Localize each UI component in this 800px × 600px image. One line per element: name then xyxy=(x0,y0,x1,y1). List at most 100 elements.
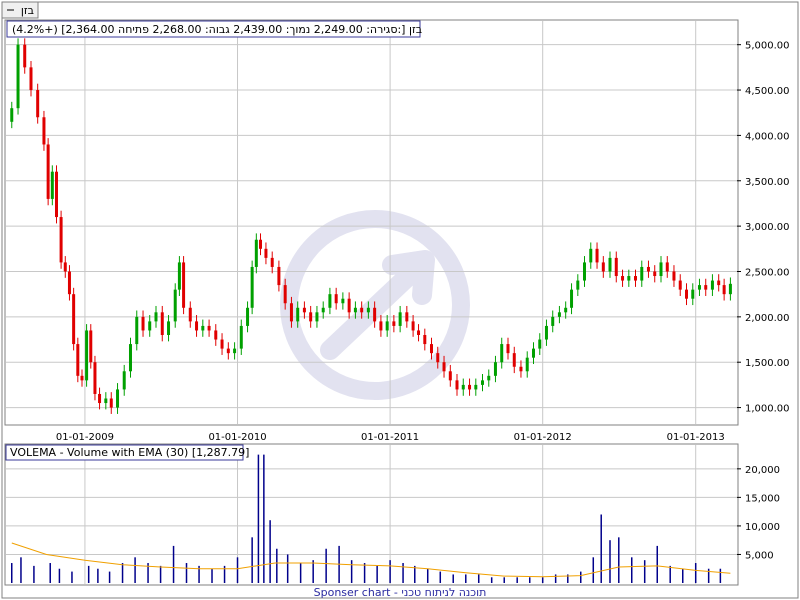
candle-body xyxy=(89,330,93,363)
candle-body xyxy=(36,90,40,118)
candle-body xyxy=(360,307,364,313)
candle-body xyxy=(85,330,89,381)
candle-body xyxy=(207,325,211,331)
candle-body xyxy=(564,307,568,313)
candle-body xyxy=(468,384,472,390)
candle-body xyxy=(93,362,97,394)
candle-body xyxy=(423,334,427,345)
candle-body xyxy=(29,67,33,91)
candle-body xyxy=(525,357,529,372)
candle-body xyxy=(429,344,433,354)
candle-body xyxy=(289,303,293,322)
candle-body xyxy=(233,348,237,354)
candle-body xyxy=(717,280,721,286)
candle-body xyxy=(544,325,548,340)
candle-body xyxy=(697,285,701,290)
candle-body xyxy=(122,371,126,390)
ohlc-low-label: נמוך: xyxy=(286,23,311,36)
candle-body xyxy=(128,344,132,372)
candle-body xyxy=(109,398,113,408)
candle-body xyxy=(461,384,465,390)
price-y-tick-label: 5,000.00 xyxy=(745,41,790,52)
candle-body xyxy=(353,307,357,313)
candle-body xyxy=(296,307,300,322)
candle-body xyxy=(551,316,555,326)
ohlc-high-label: גבוה: xyxy=(205,23,230,36)
candle-body xyxy=(270,257,274,267)
candle-body xyxy=(334,294,338,304)
candle-body xyxy=(417,330,421,335)
candle-body xyxy=(665,262,669,272)
candle-body xyxy=(246,307,250,326)
instrument-tag: בזן xyxy=(21,4,34,17)
candle-body xyxy=(474,384,478,390)
candle-body xyxy=(557,312,561,317)
candle-body xyxy=(188,307,192,322)
candle-body xyxy=(341,298,345,304)
candle-body xyxy=(141,316,145,331)
candle-body xyxy=(704,285,708,290)
price-y-tick-label: 2,500.00 xyxy=(745,267,790,278)
candle-body xyxy=(373,307,377,322)
candle-body xyxy=(570,289,574,308)
candle-body xyxy=(398,312,402,326)
chart-root: בזן 1,000.00 1,500.00 2,000.00 2,500.00 3,00… xyxy=(0,0,800,600)
candle-body xyxy=(80,375,84,381)
candle-body xyxy=(315,312,319,322)
candle-body xyxy=(653,271,657,277)
price-panel: 1,000.00 1,500.00 2,000.00 2,500.00 3,000.00… xyxy=(4,19,790,443)
candle-body xyxy=(392,321,396,326)
candle-body xyxy=(116,389,120,408)
candle-body xyxy=(455,380,459,390)
candle-body xyxy=(722,285,726,295)
candle-body xyxy=(728,283,732,295)
volume-legend: VOLEMA - Volume with EMA (30) [1,287.79] xyxy=(5,444,249,461)
candle-body xyxy=(328,294,332,308)
svg-text:(4.2%+) [2,364.00: (4.2%+) [2,364.00 סגירה: 2,249.00 נמוך: … xyxy=(12,23,422,36)
title-tab[interactable]: בזן xyxy=(1,1,39,19)
candle-body xyxy=(576,280,580,290)
candle-body xyxy=(182,262,186,308)
candle-body xyxy=(104,398,108,404)
candle-body xyxy=(500,344,504,363)
candle-body xyxy=(442,362,446,372)
price-x-tick-label: 01-01-2009 xyxy=(56,432,114,443)
candle-body xyxy=(277,266,281,286)
candle-body xyxy=(42,117,46,145)
candle-body xyxy=(601,262,605,272)
footer-credit[interactable]: Sponser chart - תוכנה לניתוח טכני xyxy=(314,586,487,599)
candle-body xyxy=(710,280,714,290)
candle-body xyxy=(309,312,313,322)
volume-panel: 5,000 10,000 15,000 20,000 VOLEMA - Volume … xyxy=(4,443,780,586)
candle-body xyxy=(16,44,20,109)
ohlc-legend: (4.2%+) [2,364.00 סגירה: 2,249.00 נמוך: … xyxy=(6,20,422,38)
candle-body xyxy=(72,294,76,345)
ohlc-close: 2,364.00 xyxy=(66,23,115,36)
ohlc-change: (4.2%+) xyxy=(12,23,58,36)
candle-body xyxy=(76,344,80,376)
candle-body xyxy=(512,353,516,367)
candle-body xyxy=(608,257,612,272)
candle-body xyxy=(685,289,689,299)
candle-body xyxy=(195,321,199,331)
candle-body xyxy=(201,325,205,331)
ohlc-open: 2,268.00 xyxy=(152,23,201,36)
candle-body xyxy=(239,325,243,349)
candle-body xyxy=(640,266,644,281)
candle-body xyxy=(226,348,230,354)
price-y-axis: 1,000.00 1,500.00 2,000.00 2,500.00 3,000.00… xyxy=(737,41,790,415)
candle-body xyxy=(621,276,625,281)
candle-body xyxy=(10,108,14,122)
candle-body xyxy=(379,321,383,331)
candle-body xyxy=(160,312,164,335)
price-y-tick-label: 3,000.00 xyxy=(745,222,790,233)
candle-body xyxy=(148,321,152,331)
candle-body xyxy=(672,271,676,281)
candle-body xyxy=(595,248,599,263)
candle-body xyxy=(250,266,254,308)
price-x-tick-label: 01-01-2011 xyxy=(361,432,419,443)
candle-body xyxy=(259,239,263,249)
candle-body xyxy=(154,312,158,322)
candle-body xyxy=(614,257,618,277)
candle-body xyxy=(691,289,695,299)
